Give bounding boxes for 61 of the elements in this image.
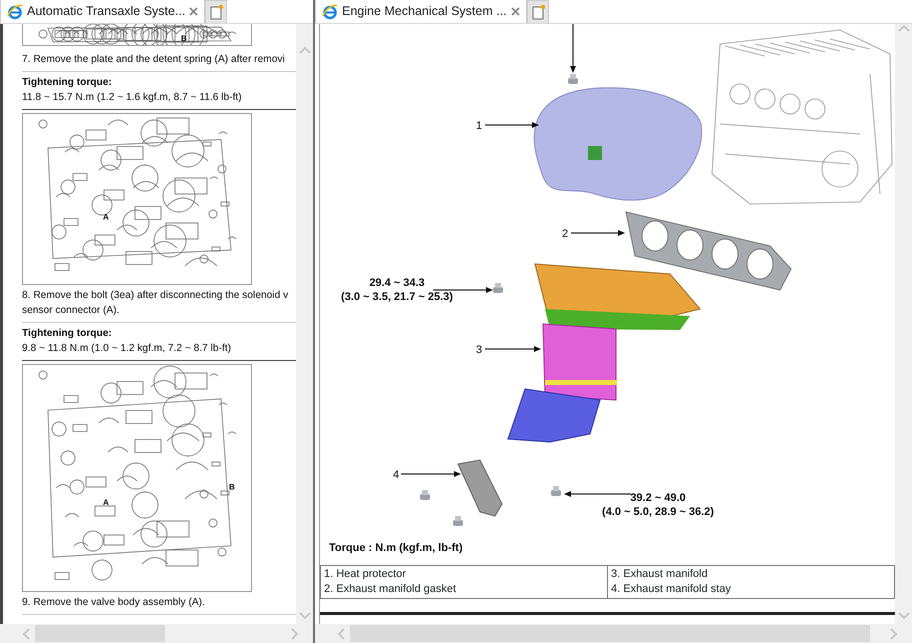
horizontal-scrollbar[interactable] — [0, 624, 313, 643]
torque-value: 9.8 ~ 11.8 N.m (1.0 ~ 1.2 kgf.m, 7.2 ~ 8.7 lb-ft) — [22, 342, 232, 356]
leader-arrow — [484, 346, 541, 352]
callout-label: B — [181, 34, 187, 43]
bolt-drawing — [420, 490, 430, 500]
close-icon[interactable] — [189, 7, 198, 16]
torque-heading: Tightening torque: — [22, 76, 113, 90]
legend-item: 1. Heat protector — [324, 567, 407, 582]
new-tab-button[interactable] — [205, 0, 228, 23]
browser-tab[interactable]: Engine Mechanical System ... — [315, 0, 527, 23]
torque-heading: Tightening torque: — [22, 327, 113, 341]
torque-value: (4.0 ~ 5.0, 28.9 ~ 36.2) — [602, 506, 714, 518]
step-text: 7. Remove the plate and the detent spring (A) after removi — [22, 53, 286, 67]
bolt-drawing — [493, 283, 503, 293]
close-icon[interactable] — [510, 7, 520, 16]
callout-label: B — [229, 482, 235, 492]
leader-arrow — [564, 491, 632, 497]
callout-label: A — [103, 212, 109, 222]
tab-title: Automatic Transaxle Syste... — [27, 3, 186, 20]
legend-item: 2. Exhaust manifold gasket — [324, 582, 458, 597]
scroll-down-icon[interactable] — [898, 611, 910, 620]
callout-number: 2 — [562, 228, 568, 240]
torque-value: 11.8 ~ 15.7 N.m (1.2 ~ 1.6 kgf.m, 8.7 ~ 11.6 lb-ft) — [22, 91, 243, 105]
torque-value: (3.0 ~ 3.5, 21.7 ~ 25.3) — [341, 291, 453, 303]
scroll-left-icon[interactable] — [337, 628, 346, 640]
new-page-icon — [530, 4, 545, 20]
new-page-icon — [209, 4, 224, 20]
step-text: 9. Remove the valve body assembly (A). — [22, 596, 206, 610]
callout-number: 3 — [476, 344, 482, 356]
scroll-right-icon[interactable] — [889, 628, 898, 640]
leader-arrow — [432, 287, 493, 293]
new-tab-button[interactable] — [526, 0, 549, 23]
legend-item: 3. Exhaust manifold — [611, 567, 709, 582]
scroll-up-icon[interactable] — [898, 24, 910, 33]
tab-title: Engine Mechanical System ... — [342, 3, 507, 20]
scroll-up-icon[interactable] — [298, 46, 310, 55]
scroll-right-icon[interactable] — [290, 628, 299, 640]
torque-unit-caption: Torque : N.m (kgf.m, lb-ft) — [329, 542, 463, 554]
scroll-left-icon[interactable] — [22, 628, 31, 640]
manifold-stay-drawing — [457, 459, 503, 517]
vertical-scrollbar[interactable] — [895, 24, 912, 624]
browser-icon — [322, 4, 338, 20]
step-text: 8. Remove the bolt (3ea) after disconnecting the solenoid v sensor connector (A). — [22, 289, 290, 318]
vertical-scrollbar[interactable] — [296, 24, 313, 624]
leader-arrow — [484, 122, 539, 128]
scroll-down-icon[interactable] — [298, 611, 310, 620]
leader-arrow — [570, 230, 625, 236]
leader-arrow — [400, 471, 461, 477]
bolt-drawing — [568, 74, 578, 84]
leader-arrow — [570, 24, 576, 73]
bolt-drawing — [551, 486, 561, 496]
callout-number: 4 — [393, 469, 400, 481]
legend-item: 4. Exhaust manifold stay — [611, 582, 732, 597]
torque-value: 29.4 ~ 34.3 — [369, 277, 425, 289]
callout-label: A — [103, 498, 109, 508]
horizontal-scrollbar[interactable] — [315, 624, 912, 643]
browser-icon — [7, 4, 23, 20]
torque-value: 39.2 ~ 49.0 — [630, 492, 686, 504]
bolt-drawing — [453, 516, 463, 526]
browser-tab[interactable]: Automatic Transaxle Syste... — [0, 0, 206, 23]
callout-number: 1 — [476, 120, 482, 132]
